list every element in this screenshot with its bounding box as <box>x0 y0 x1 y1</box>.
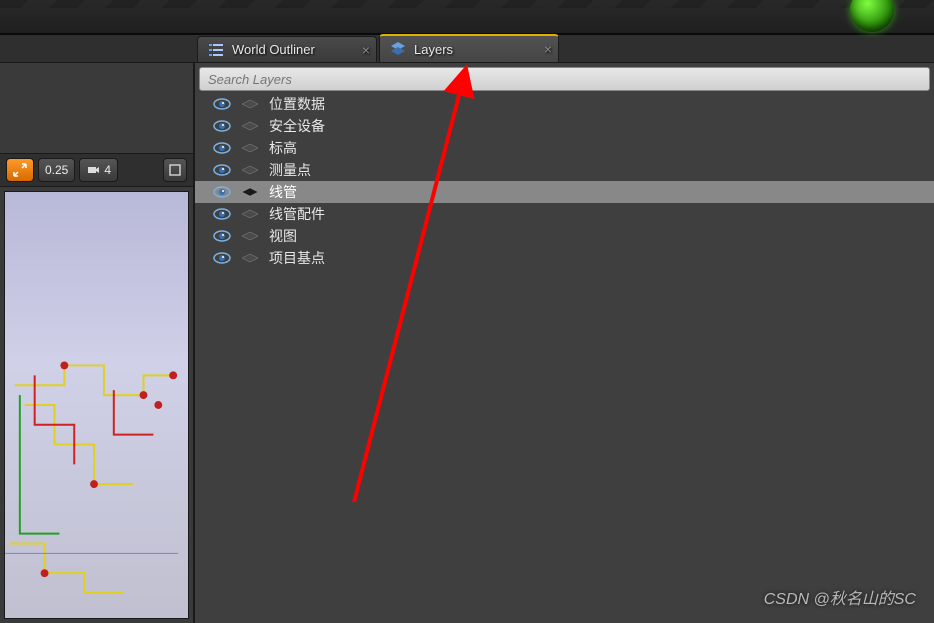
eye-icon[interactable] <box>213 229 231 243</box>
layer-item[interactable]: 项目基点 <box>195 247 934 269</box>
compile-status-orb[interactable] <box>850 0 894 32</box>
layer-item[interactable]: 线管 <box>195 181 934 203</box>
layer-label: 标高 <box>269 138 297 158</box>
list-icon <box>208 42 224 58</box>
layers-panel: 位置数据安全设备标高测量点线管线管配件视图项目基点 <box>195 63 934 623</box>
layer-shape-icon <box>241 165 259 175</box>
tab-world-outliner[interactable]: World Outliner × <box>197 36 377 62</box>
maximize-icon <box>168 163 182 177</box>
layer-shape-icon <box>241 143 259 153</box>
search-bar <box>199 67 930 91</box>
layer-shape-icon <box>241 253 259 263</box>
tab-label: World Outliner <box>232 42 315 57</box>
main-area: 0.25 4 <box>0 63 934 623</box>
tab-label: Layers <box>414 42 453 57</box>
eye-icon[interactable] <box>213 185 231 199</box>
viewport-geometry <box>5 192 188 618</box>
layer-label: 线管配件 <box>269 204 325 224</box>
layer-item[interactable]: 位置数据 <box>195 93 934 115</box>
eye-icon[interactable] <box>213 97 231 111</box>
layers-icon <box>390 41 406 57</box>
panel-tabs: World Outliner × Layers × <box>0 35 934 63</box>
eye-icon[interactable] <box>213 251 231 265</box>
layer-item[interactable]: 标高 <box>195 137 934 159</box>
layer-shape-icon <box>241 231 259 241</box>
expand-icon <box>13 163 27 177</box>
search-input[interactable] <box>208 72 921 87</box>
snap-value-button[interactable]: 0.25 <box>38 158 75 182</box>
layer-label: 线管 <box>269 182 297 202</box>
snap-value: 0.25 <box>45 163 68 177</box>
layer-item[interactable]: 线管配件 <box>195 203 934 225</box>
layer-label: 安全设备 <box>269 116 325 136</box>
camera-icon <box>86 163 100 177</box>
layer-label: 位置数据 <box>269 94 325 114</box>
eye-icon[interactable] <box>213 119 231 133</box>
layer-label: 视图 <box>269 226 297 246</box>
eye-icon[interactable] <box>213 163 231 177</box>
snap-toggle-button[interactable] <box>6 158 34 182</box>
eye-icon[interactable] <box>213 141 231 155</box>
maximize-button[interactable] <box>163 158 187 182</box>
layer-label: 测量点 <box>269 160 311 180</box>
eye-icon[interactable] <box>213 207 231 221</box>
left-panel: 0.25 4 <box>0 63 195 623</box>
layer-item[interactable]: 视图 <box>195 225 934 247</box>
viewport-3d[interactable] <box>4 191 189 619</box>
viewport-toolbar: 0.25 4 <box>0 153 193 187</box>
camera-speed-value: 4 <box>104 163 111 177</box>
layer-shape-icon <box>241 99 259 109</box>
close-icon[interactable]: × <box>362 42 370 58</box>
close-icon[interactable]: × <box>544 41 552 57</box>
layer-item[interactable]: 测量点 <box>195 159 934 181</box>
layer-list: 位置数据安全设备标高测量点线管线管配件视图项目基点 <box>195 93 934 623</box>
title-bar <box>0 0 934 35</box>
camera-speed-button[interactable]: 4 <box>79 158 118 182</box>
layer-item[interactable]: 安全设备 <box>195 115 934 137</box>
layer-label: 项目基点 <box>269 248 325 268</box>
layer-shape-icon <box>241 209 259 219</box>
layer-shape-icon <box>241 187 259 197</box>
layer-shape-icon <box>241 121 259 131</box>
tab-layers[interactable]: Layers × <box>379 34 559 62</box>
